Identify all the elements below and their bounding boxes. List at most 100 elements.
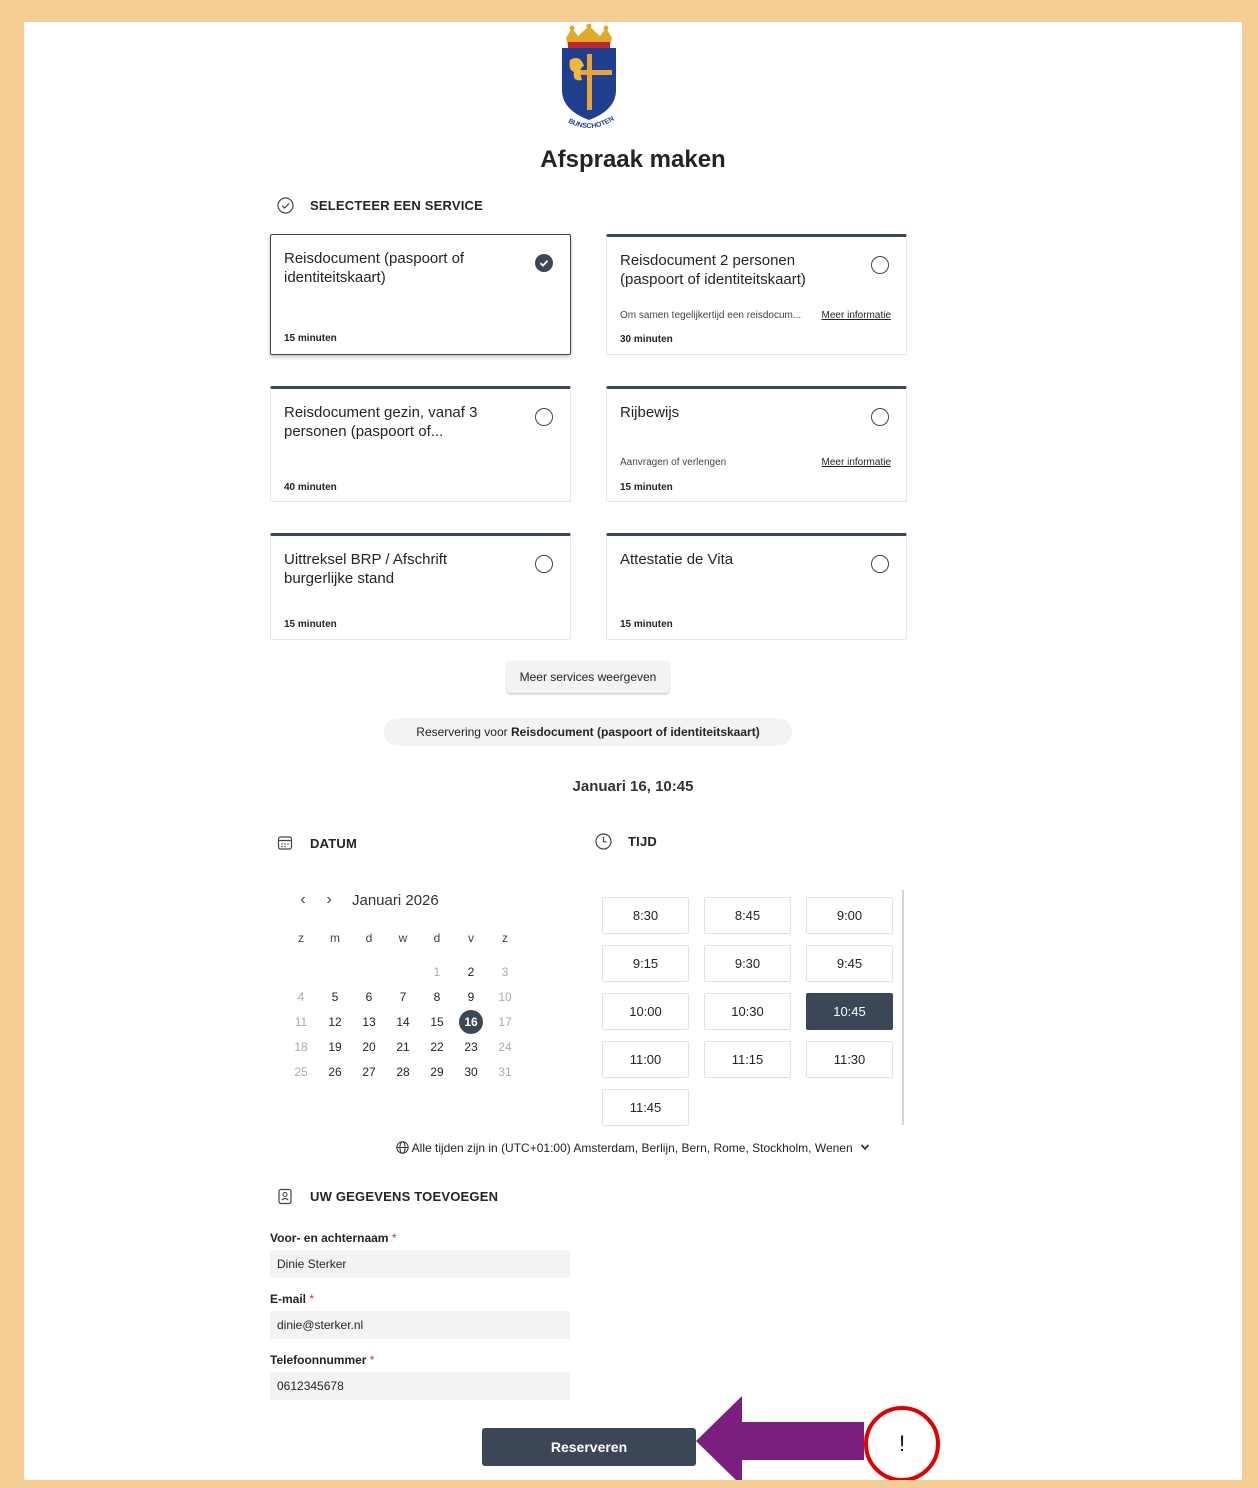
page-title: Afspraak maken xyxy=(540,146,726,173)
time-section-title: TIJD xyxy=(628,833,657,849)
selected-check-icon[interactable] xyxy=(535,254,553,272)
phone-label: Telefoonnummer * xyxy=(270,1353,374,1367)
more-services-button[interactable]: Meer services weergeven xyxy=(507,661,669,693)
service-card-attestatie-de-vita[interactable]: Attestatie de Vita 15 minuten xyxy=(606,533,907,640)
booking-form: BUNSCHOTEN Afspraak maken SELECTEER EEN … xyxy=(24,22,1242,1480)
calendar-day[interactable]: 22 xyxy=(420,1040,454,1054)
chosen-datetime: Januari 16, 10:45 xyxy=(572,778,694,795)
selected-day-label: 16 xyxy=(459,1009,483,1034)
time-slot[interactable]: 11:15 xyxy=(704,1041,791,1078)
service-description: Om samen tegelijkertijd een reisdocum... xyxy=(620,310,802,321)
phone-field[interactable] xyxy=(270,1372,570,1400)
required-mark: * xyxy=(369,1353,375,1367)
email-field[interactable] xyxy=(270,1311,570,1339)
service-duration: 15 minuten xyxy=(284,333,337,344)
service-duration: 40 minuten xyxy=(284,482,337,493)
time-slot[interactable]: 9:00 xyxy=(806,897,893,934)
service-card-uittreksel-brp[interactable]: Uittreksel BRP / Afschrift burgerlijke s… xyxy=(270,533,571,640)
calendar-day[interactable]: 15 xyxy=(420,1015,454,1029)
calendar-day[interactable]: 26 xyxy=(318,1065,352,1079)
calendar-day[interactable]: 29 xyxy=(420,1065,454,1079)
calendar-day[interactable]: 20 xyxy=(352,1040,386,1054)
calendar-day[interactable]: 21 xyxy=(386,1040,420,1054)
weekday-label: m xyxy=(330,931,340,945)
timezone-selector[interactable]: Alle tijden zijn in (UTC+01:00) Amsterda… xyxy=(24,1141,1242,1155)
calendar-day[interactable]: 30 xyxy=(454,1065,488,1079)
calendar-day[interactable]: 6 xyxy=(352,990,386,1004)
service-name: Reisdocument 2 personen (paspoort of ide… xyxy=(620,252,806,288)
reserve-button[interactable]: Reserveren xyxy=(482,1428,696,1466)
weekday-label: v xyxy=(468,931,474,945)
phone-label-text: Telefoonnummer xyxy=(270,1353,367,1367)
calendar-day[interactable]: 5 xyxy=(318,990,352,1004)
calendar-day[interactable]: 2 xyxy=(454,965,488,979)
annotation-warning-circle: ! xyxy=(864,1406,940,1480)
calendar-weekday-row: z m d w d v z xyxy=(284,927,522,949)
calendar-day[interactable]: 27 xyxy=(352,1065,386,1079)
calendar-week-row: 25 26 27 28 29 30 31 xyxy=(284,1059,522,1084)
time-slot[interactable]: 8:30 xyxy=(602,897,689,934)
date-section-header: DATUM xyxy=(276,834,357,852)
calendar-day[interactable]: 9 xyxy=(454,990,488,1004)
calendar-day[interactable]: 12 xyxy=(318,1015,352,1029)
service-card-reisdocument[interactable]: Reisdocument (paspoort of identiteitskaa… xyxy=(270,234,571,355)
service-name: Uittreksel BRP / Afschrift burgerlijke s… xyxy=(284,551,448,587)
chevron-left-icon[interactable]: ‹ xyxy=(290,891,316,909)
calendar-week-row: 4 5 6 7 8 9 10 xyxy=(284,984,522,1009)
calendar-day[interactable]: 23 xyxy=(454,1040,488,1054)
service-duration: 15 minuten xyxy=(620,619,673,630)
calendar-day[interactable]: 7 xyxy=(386,990,420,1004)
calendar-day[interactable]: 19 xyxy=(318,1040,352,1054)
time-slot[interactable]: 10:30 xyxy=(704,993,791,1030)
time-slot[interactable]: 9:45 xyxy=(806,945,893,982)
time-slot[interactable]: 8:45 xyxy=(704,897,791,934)
service-name: Attestatie de Vita xyxy=(620,551,734,568)
timezone-prefix: Alle tijden zijn in xyxy=(411,1141,502,1155)
calendar-day: 25 xyxy=(294,1064,308,1079)
required-mark: * xyxy=(309,1292,315,1306)
page-frame: BUNSCHOTEN Afspraak maken SELECTEER EEN … xyxy=(24,22,1242,1480)
calendar-day[interactable]: 14 xyxy=(386,1015,420,1029)
chevron-right-icon[interactable]: › xyxy=(316,891,342,909)
time-slot[interactable]: 11:00 xyxy=(602,1041,689,1078)
clock-icon xyxy=(594,832,612,850)
service-card-rijbewijs[interactable]: Rijbewijs Aanvragen of verlengen Meer in… xyxy=(606,386,907,502)
check-circle-icon xyxy=(276,196,294,214)
more-info-link[interactable]: Meer informatie xyxy=(822,457,891,468)
reservation-summary: Reservering voor Reisdocument (paspoort … xyxy=(384,718,792,746)
time-slot[interactable]: 9:30 xyxy=(704,945,791,982)
time-slot-list[interactable]: 8:30 8:45 9:00 9:15 9:30 9:45 10:00 10:3… xyxy=(602,890,904,1126)
time-slot[interactable]: 11:45 xyxy=(602,1089,689,1126)
more-info-link[interactable]: Meer informatie xyxy=(822,310,891,321)
service-card-reisdocument-2-personen[interactable]: Reisdocument 2 personen (paspoort of ide… xyxy=(606,234,907,355)
service-name: Reisdocument gezin, vanaf 3 personen (pa… xyxy=(284,404,478,440)
calendar-day: 31 xyxy=(498,1064,512,1079)
service-name: Rijbewijs xyxy=(620,404,680,421)
calendar-day[interactable]: 8 xyxy=(420,990,454,1004)
time-slot-selected[interactable]: 10:45 xyxy=(806,993,893,1030)
service-duration: 15 minuten xyxy=(284,619,337,630)
details-section-title: UW GEGEVENS TOEVOEGEN xyxy=(310,1188,499,1204)
time-slot[interactable]: 11:30 xyxy=(806,1041,893,1078)
service-name: Reisdocument (paspoort of identiteitskaa… xyxy=(284,250,465,286)
time-slot[interactable]: 10:00 xyxy=(602,993,689,1030)
calendar-grid: z m d w d v z 1 2 3 4 5 6 7 8 9 10 11 12… xyxy=(284,927,522,1084)
service-section-header: SELECTEER EEN SERVICE xyxy=(276,196,483,214)
calendar-day[interactable]: 13 xyxy=(352,1015,386,1029)
calendar-week-row: 1 2 3 xyxy=(284,959,522,984)
calendar-day[interactable]: 28 xyxy=(386,1065,420,1079)
service-card-reisdocument-gezin[interactable]: Reisdocument gezin, vanaf 3 personen (pa… xyxy=(270,386,571,502)
radio-button[interactable] xyxy=(535,555,553,573)
service-description: Aanvragen of verlengen xyxy=(620,457,727,468)
time-slot[interactable]: 9:15 xyxy=(602,945,689,982)
name-field[interactable] xyxy=(270,1250,570,1278)
contact-card-icon xyxy=(276,1187,294,1205)
radio-button[interactable] xyxy=(535,408,553,426)
radio-button[interactable] xyxy=(871,256,889,274)
radio-button[interactable] xyxy=(871,408,889,426)
calendar-day-selected[interactable]: 16 xyxy=(454,1009,488,1034)
name-label-text: Voor- en achternaam xyxy=(270,1231,389,1245)
radio-button[interactable] xyxy=(871,555,889,573)
calendar-navigation: ‹ › Januari 2026 xyxy=(290,891,438,909)
email-label: E-mail * xyxy=(270,1292,314,1306)
